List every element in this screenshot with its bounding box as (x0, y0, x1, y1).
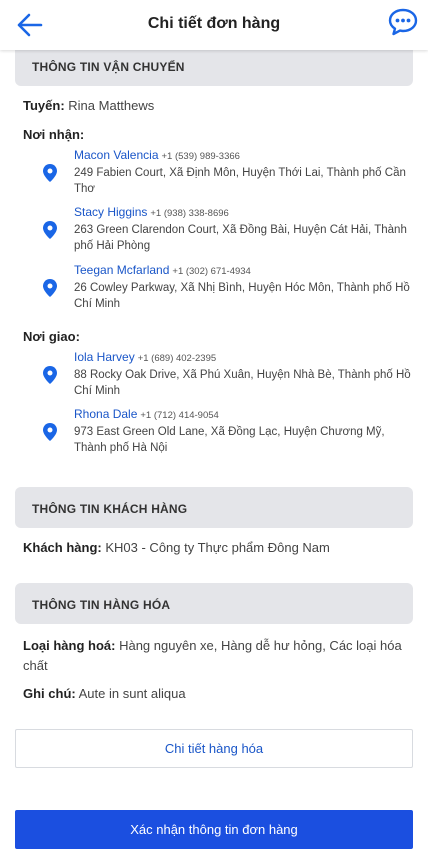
map-pin-icon (43, 164, 57, 182)
customer-section-header: THÔNG TIN KHÁCH HÀNG (15, 487, 413, 528)
customer-value: KH03 - Công ty Thực phẩm Đông Nam (105, 540, 330, 555)
contact-row: Iola Harvey +1 (689) 402-2395 (74, 350, 216, 364)
customer-label: Khách hàng: (23, 540, 102, 555)
stop-address: 973 East Green Old Lane, Xã Đồng Lạc, Hu… (74, 426, 385, 454)
goods-type-label: Loại hàng hoá: (23, 638, 116, 653)
shipping-section-title: THÔNG TIN VẬN CHUYỂN (32, 60, 185, 74)
goods-type-row: Loại hàng hoá: Hàng nguyên xe, Hàng dễ h… (23, 636, 408, 676)
stop-address: 88 Rocky Oak Drive, Xã Phú Xuân, Huyện N… (74, 369, 411, 397)
contact-row: Macon Valencia +1 (539) 989-3366 (74, 148, 240, 162)
customer-section-title: THÔNG TIN KHÁCH HÀNG (32, 502, 188, 516)
customer-row: Khách hàng: KH03 - Công ty Thực phẩm Đôn… (23, 540, 330, 555)
delivery-heading: Nơi giao: (23, 329, 80, 344)
note-value: Aute in sunt aliqua (78, 686, 186, 701)
map-pin-icon (43, 366, 57, 384)
top-bar: Chi tiết đơn hàng (0, 0, 428, 50)
stop-address: 263 Green Clarendon Court, Xã Đồng Bài, … (74, 224, 407, 252)
map-pin-icon (43, 279, 57, 297)
confirm-order-button[interactable]: Xác nhận thông tin đơn hàng (15, 810, 413, 849)
contact-phone[interactable]: +1 (689) 402-2395 (138, 353, 216, 364)
contact-row: Teegan Mcfarland +1 (302) 671-4934 (74, 263, 251, 277)
contact-phone[interactable]: +1 (712) 414-9054 (140, 410, 218, 421)
contact-phone[interactable]: +1 (539) 989-3366 (162, 151, 240, 162)
page-title: Chi tiết đơn hàng (147, 15, 281, 32)
note-label: Ghi chú: (23, 686, 76, 701)
note-row: Ghi chú: Aute in sunt aliqua (23, 686, 186, 701)
goods-detail-button[interactable]: Chi tiết hàng hóa (15, 729, 413, 768)
goods-section-title: THÔNG TIN HÀNG HÓA (32, 598, 171, 612)
chat-button[interactable] (387, 7, 419, 37)
contact-phone[interactable]: +1 (938) 338-8696 (150, 208, 228, 219)
contact-name[interactable]: Macon Valencia (74, 148, 159, 162)
stop-address: 26 Cowley Parkway, Xã Nhị Bình, Huyện Hó… (74, 282, 410, 310)
contact-name[interactable]: Teegan Mcfarland (74, 263, 169, 277)
route-row: Tuyến: Rina Matthews (23, 98, 154, 113)
stop-address: 249 Fabien Court, Xã Định Môn, Huyện Thớ… (74, 167, 406, 195)
map-pin-icon (43, 423, 57, 441)
contact-phone[interactable]: +1 (302) 671-4934 (172, 266, 250, 277)
pickup-heading: Nơi nhận: (23, 127, 84, 142)
route-label: Tuyến: (23, 98, 65, 113)
route-value: Rina Matthews (68, 98, 155, 113)
delivery-label: Nơi giao: (23, 329, 80, 344)
chat-bubble-icon (388, 8, 418, 36)
contact-row: Rhona Dale +1 (712) 414-9054 (74, 407, 219, 421)
shipping-section-header: THÔNG TIN VẬN CHUYỂN (15, 44, 413, 86)
contact-name[interactable]: Iola Harvey (74, 350, 135, 364)
contact-name[interactable]: Stacy Higgins (74, 205, 147, 219)
contact-row: Stacy Higgins +1 (938) 338-8696 (74, 205, 229, 219)
contact-name[interactable]: Rhona Dale (74, 407, 137, 421)
goods-section-header: THÔNG TIN HÀNG HÓA (15, 583, 413, 624)
pickup-label: Nơi nhận: (23, 127, 85, 142)
map-pin-icon (43, 221, 57, 239)
